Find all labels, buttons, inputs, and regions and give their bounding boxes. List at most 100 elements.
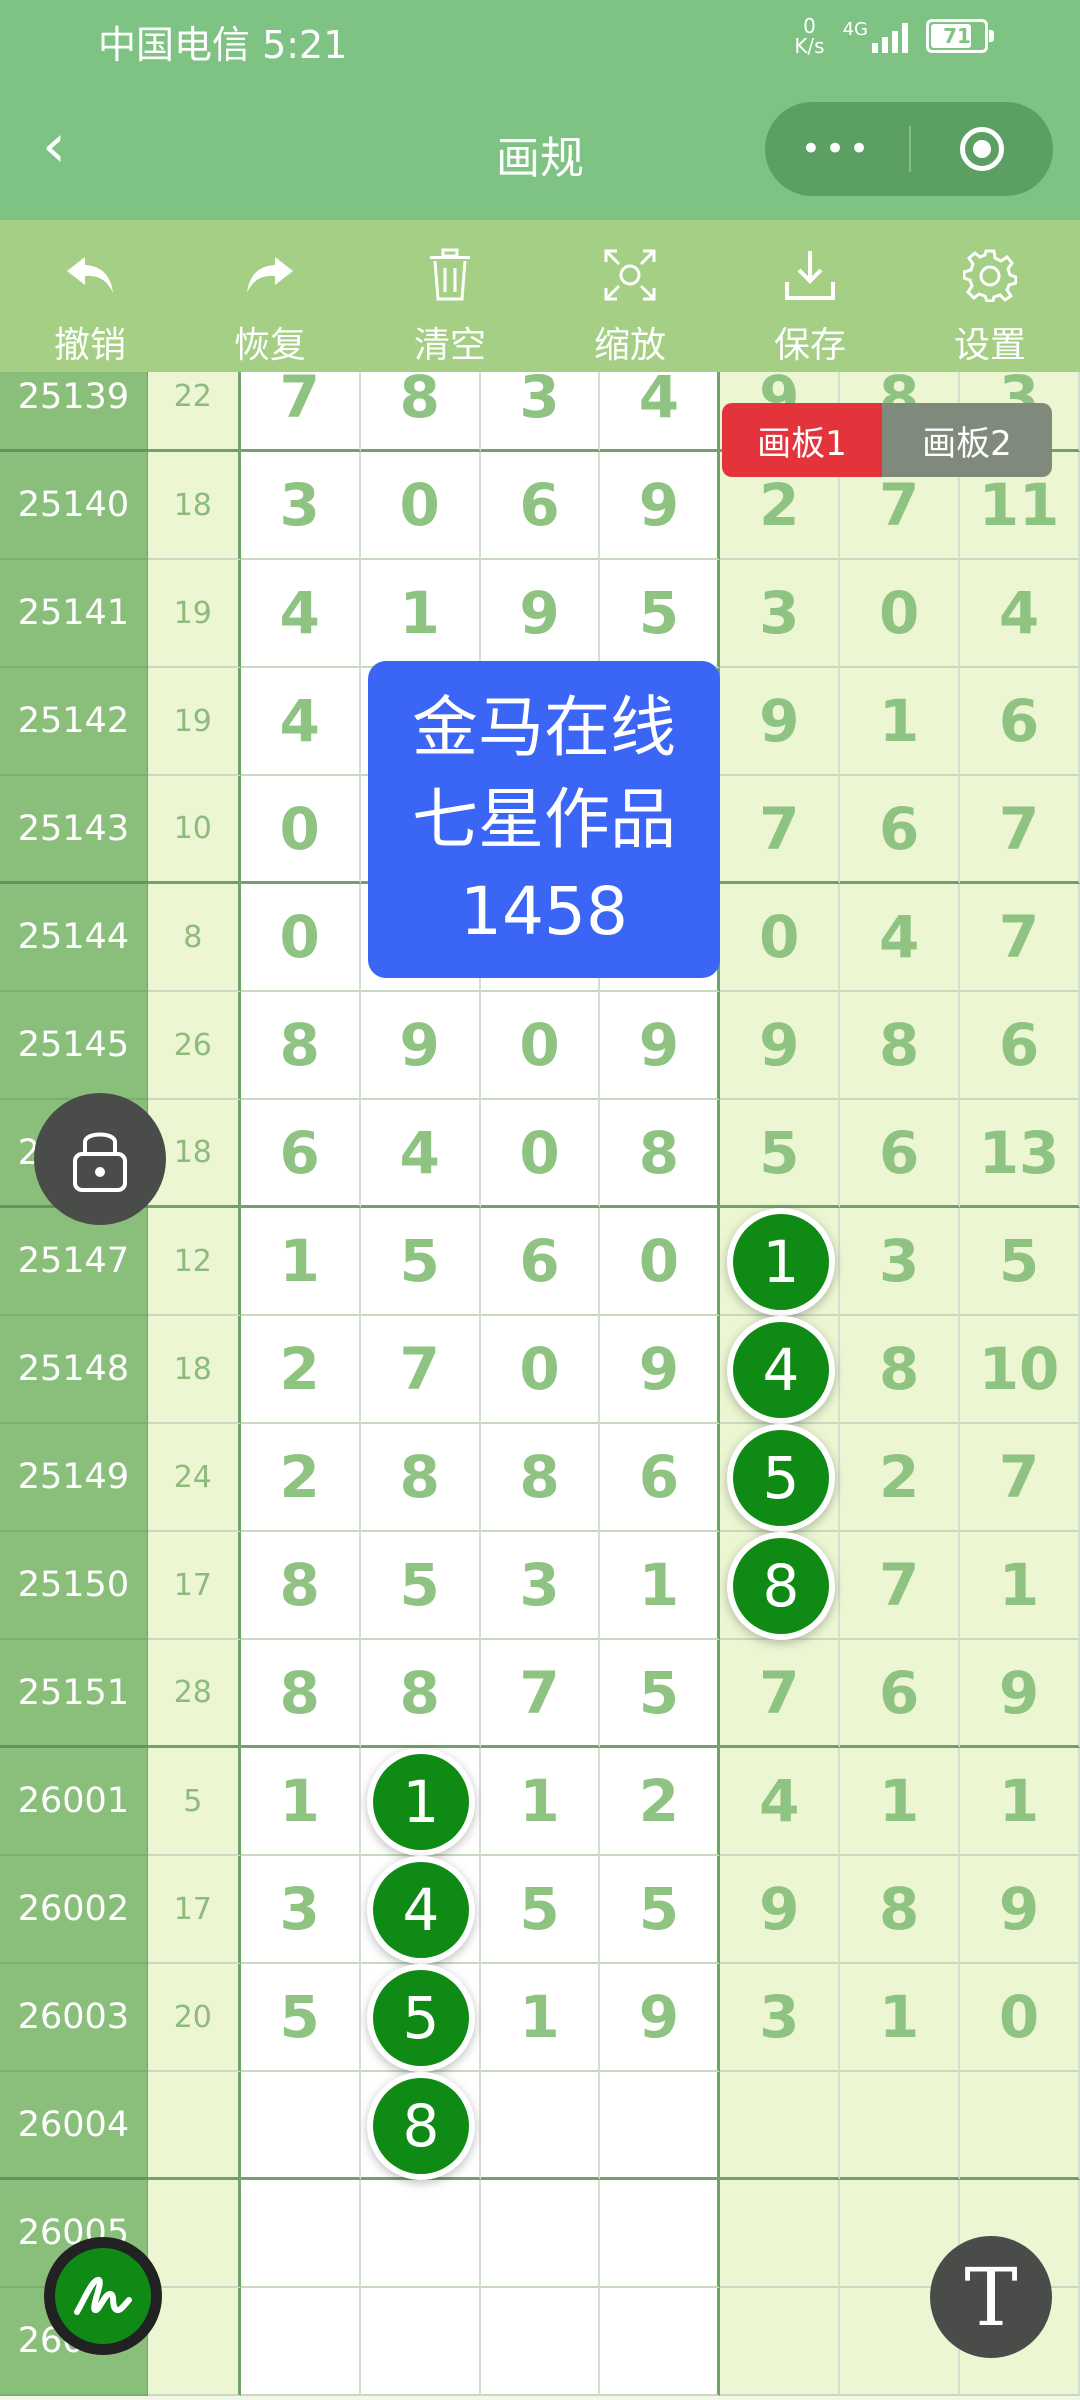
digit-cell[interactable] [240,2180,361,2288]
digit-cell[interactable]: 9 [720,1856,841,1964]
marker-ball[interactable]: 5 [733,1430,829,1526]
digit-cell[interactable]: 9 [720,992,841,1100]
sum-cell[interactable] [147,2288,241,2396]
issue-cell[interactable]: 26002 [0,1856,148,1964]
save-button[interactable]: 保存 [720,220,900,372]
digit-cell[interactable]: 5 [720,1100,841,1208]
digit-cell[interactable]: 9 [600,1316,721,1424]
digit-cell[interactable]: 7 [720,1640,841,1748]
tab-board-2[interactable]: 画板2 [882,403,1052,477]
digit-cell[interactable]: 8 [360,1640,481,1748]
marker-ball[interactable]: 4 [373,1862,469,1958]
digit-cell[interactable]: 8 [840,992,961,1100]
digit-cell[interactable]: 4 [600,372,721,452]
digit-cell[interactable] [600,2180,721,2288]
digit-cell[interactable]: 2 [840,1424,961,1532]
digit-cell[interactable]: 4 [960,560,1080,668]
digit-cell[interactable]: 7 [240,372,361,452]
sum-cell[interactable]: 10 [147,776,241,884]
issue-cell[interactable]: 25147 [0,1208,148,1316]
marker-ball[interactable]: 8 [373,2078,469,2174]
digit-cell[interactable]: 0 [360,452,481,560]
digit-cell[interactable]: 5 [600,560,721,668]
digit-cell[interactable]: 3 [240,1856,361,1964]
sum-cell[interactable]: 20 [147,1964,241,2072]
digit-cell[interactable]: 1 [600,1532,721,1640]
undo-button[interactable]: 撤销 [0,220,180,372]
digit-cell[interactable]: 3 [480,372,601,452]
more-button[interactable]: ••• [765,129,909,169]
sum-cell[interactable]: 17 [147,1532,241,1640]
digit-cell[interactable]: 9 [960,1640,1080,1748]
digit-cell[interactable]: 0 [480,1100,601,1208]
digit-cell[interactable] [600,2072,721,2180]
digit-cell[interactable]: 3 [720,560,841,668]
digit-cell[interactable]: 6 [600,1424,721,1532]
digit-cell[interactable]: 0 [960,1964,1080,2072]
tab-board-1[interactable]: 画板1 [722,403,882,477]
issue-cell[interactable]: 25151 [0,1640,148,1748]
digit-cell[interactable]: 4 [840,884,961,992]
digit-cell[interactable]: 1 [240,1208,361,1316]
sum-cell[interactable]: 12 [147,1208,241,1316]
digit-cell[interactable]: 13 [960,1100,1080,1208]
issue-cell[interactable]: 25139 [0,372,148,452]
digit-cell[interactable]: 2 [600,1748,721,1856]
issue-cell[interactable]: 26001 [0,1748,148,1856]
sum-cell[interactable]: 19 [147,668,241,776]
digit-cell[interactable]: 0 [240,776,361,884]
digit-cell[interactable]: 6 [840,776,961,884]
digit-cell[interactable]: 6 [840,1100,961,1208]
digit-cell[interactable]: 7 [960,1424,1080,1532]
settings-button[interactable]: 设置 [900,220,1080,372]
digit-cell[interactable]: 9 [960,1856,1080,1964]
digit-cell[interactable] [720,2180,841,2288]
digit-cell[interactable]: 9 [360,992,481,1100]
digit-cell[interactable]: 8 [240,992,361,1100]
sum-cell[interactable]: 22 [147,372,241,452]
digit-cell[interactable]: 0 [480,992,601,1100]
digit-cell[interactable]: 4 [240,560,361,668]
digit-cell[interactable]: 1 [960,1532,1080,1640]
marker-ball[interactable]: 1 [373,1754,469,1850]
sum-cell[interactable]: 26 [147,992,241,1100]
digit-cell[interactable]: 7 [960,884,1080,992]
digit-cell[interactable]: 6 [840,1640,961,1748]
sum-cell[interactable]: 18 [147,452,241,560]
digit-cell[interactable]: 5 [360,1532,481,1640]
issue-cell[interactable]: 26004 [0,2072,148,2180]
digit-cell[interactable]: 4 [720,1748,841,1856]
digit-cell[interactable]: 7 [720,776,841,884]
digit-cell[interactable]: 7 [360,1316,481,1424]
digit-cell[interactable]: 5 [600,1640,721,1748]
digit-cell[interactable]: 1 [240,1748,361,1856]
issue-cell[interactable]: 25148 [0,1316,148,1424]
digit-cell[interactable]: 6 [960,992,1080,1100]
digit-cell[interactable]: 1 [480,1964,601,2072]
digit-cell[interactable]: 8 [240,1532,361,1640]
digit-cell[interactable]: 10 [960,1316,1080,1424]
digit-cell[interactable]: 6 [960,668,1080,776]
digit-cell[interactable]: 0 [720,884,841,992]
sum-cell[interactable]: 28 [147,1640,241,1748]
digit-cell[interactable]: 9 [480,560,601,668]
digit-cell[interactable]: 2 [240,1424,361,1532]
issue-cell[interactable]: 25145 [0,992,148,1100]
digit-cell[interactable] [720,2288,841,2396]
digit-cell[interactable]: 5 [960,1208,1080,1316]
digit-cell[interactable]: 3 [840,1208,961,1316]
digit-cell[interactable] [960,2072,1080,2180]
digit-cell[interactable] [480,2288,601,2396]
digit-cell[interactable]: 4 [360,1100,481,1208]
sum-cell[interactable]: 8 [147,884,241,992]
sum-cell[interactable]: 17 [147,1856,241,1964]
digit-cell[interactable]: 0 [840,560,961,668]
marker-ball[interactable]: 5 [373,1970,469,2066]
lock-button[interactable] [34,1093,166,1225]
pen-button[interactable] [44,2237,162,2355]
digit-cell[interactable]: 1 [480,1748,601,1856]
digit-cell[interactable]: 8 [360,372,481,452]
sum-cell[interactable]: 24 [147,1424,241,1532]
issue-cell[interactable]: 25142 [0,668,148,776]
digit-cell[interactable]: 8 [240,1640,361,1748]
